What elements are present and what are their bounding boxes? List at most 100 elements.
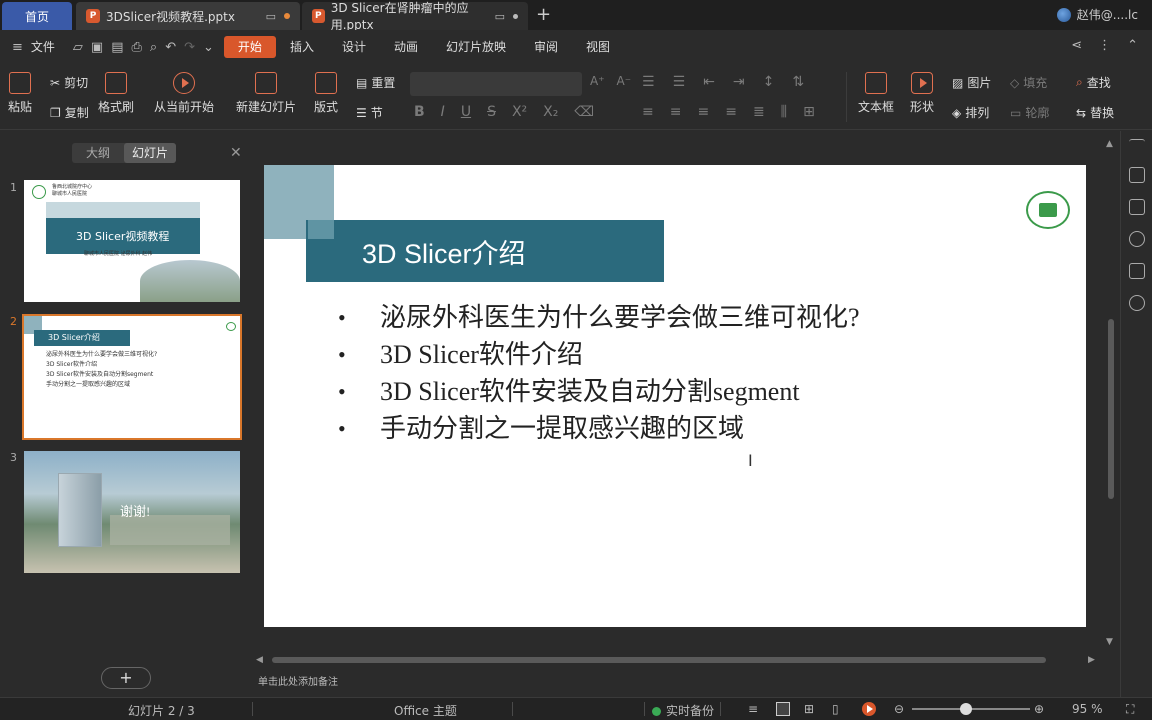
new-tab-button[interactable]: + (536, 4, 551, 25)
more-icon[interactable]: ⋮ (1098, 38, 1111, 53)
reset-button[interactable]: ▤ 重置 (356, 74, 395, 91)
find-button[interactable]: ⌕ 查找 (1076, 74, 1111, 91)
scroll-down-icon[interactable]: ▼ (1106, 637, 1113, 647)
eraser-icon[interactable]: ⌫ (574, 104, 594, 120)
zoom-level[interactable]: 95 % (1072, 702, 1103, 716)
horizontal-scroll-thumb[interactable] (272, 657, 1046, 663)
menu-home[interactable]: 开始 (223, 36, 276, 58)
slide-thumb-2[interactable]: 3D Slicer介绍 泌尿外科医生为什么要学会做三维可视化? 3D Slice… (22, 314, 242, 440)
section-button[interactable]: ☰ 节 (356, 104, 383, 121)
tab-slides[interactable]: 幻灯片 (124, 143, 176, 163)
settings-sliders-icon[interactable] (1129, 263, 1145, 279)
horizontal-scrollbar[interactable]: ◀ ▶ (252, 652, 1102, 668)
cut-button[interactable]: ✂ 剪切 (50, 74, 88, 91)
subscript-icon[interactable]: X₂ (543, 104, 558, 120)
align-left-icon[interactable]: ≡ (642, 104, 654, 120)
increase-font-icon[interactable]: A⁺ (590, 74, 605, 88)
slide-title-bar[interactable]: 3D Slicer介绍 (306, 220, 664, 282)
design-icon[interactable] (1129, 167, 1145, 183)
slides-library-icon[interactable] (1129, 199, 1145, 215)
indent-icon[interactable]: ⇥ (733, 74, 745, 90)
star-icon[interactable] (1129, 231, 1145, 247)
picture-button[interactable]: ▨ 图片 (952, 74, 991, 91)
scroll-right-icon[interactable]: ▶ (1088, 655, 1095, 665)
menu-animation[interactable]: 动画 (380, 36, 432, 58)
reading-view-icon[interactable]: ▯ (832, 702, 839, 716)
play-slideshow-button[interactable] (862, 702, 876, 716)
menu-review[interactable]: 审阅 (520, 36, 572, 58)
tab-document-2[interactable]: P 3D Slicer在肾肿瘤中的应用.pptx ▭ (302, 1, 528, 32)
print-icon[interactable]: ⎙ (132, 40, 142, 55)
sidebar-menu-icon[interactable] (1129, 139, 1145, 155)
open-folder-icon[interactable]: ▱ (73, 40, 83, 55)
new-slide-button[interactable]: 新建幻灯片 (236, 72, 296, 115)
tab-outline[interactable]: 大纲 (72, 143, 124, 163)
zoom-out-icon[interactable]: ⊖ (894, 702, 904, 716)
current-slide[interactable]: 3D Slicer介绍 泌尿外科医生为什么要学会做三维可视化? 3D Slice… (264, 165, 1086, 627)
tab-document-1[interactable]: P 3DSlicer视频教程.pptx ▭ (76, 2, 300, 30)
align-center-icon[interactable]: ≡ (670, 104, 682, 120)
menu-slideshow[interactable]: 幻灯片放映 (432, 36, 520, 58)
sorter-view-icon[interactable]: ⊞ (804, 702, 814, 716)
bullet-list-icon[interactable]: ☰ (642, 74, 655, 90)
layout-button[interactable]: 版式 (314, 72, 338, 115)
align-right-icon[interactable]: ≡ (697, 104, 709, 120)
slide-thumb-1[interactable]: 鲁西北城院疗中心 聊城市人民医院 3D Slicer视频教程 聊城市人民医院 泌… (24, 180, 240, 302)
close-icon[interactable]: ✕ (230, 145, 242, 161)
replace-button[interactable]: ⇆ 替换 (1076, 104, 1114, 121)
monitor-icon[interactable]: ▭ (495, 10, 505, 23)
underline-icon[interactable]: U (461, 104, 471, 120)
hamburger-menu-icon[interactable]: ≡ (12, 40, 23, 55)
undo-icon[interactable]: ↶ (165, 40, 176, 55)
notes-placeholder[interactable]: 单击此处添加备注 (258, 673, 338, 688)
text-align-icon[interactable]: ⊞ (803, 104, 815, 120)
preview-icon[interactable]: ⌕ (150, 40, 157, 55)
decrease-font-icon[interactable]: A⁻ (617, 74, 632, 88)
user-account[interactable]: 赵伟@....lc (1056, 6, 1138, 23)
menu-design[interactable]: 设计 (328, 36, 380, 58)
arrange-button[interactable]: ◈ 排列 (952, 104, 989, 121)
vertical-scrollbar[interactable]: ▲ ▼ (1102, 131, 1120, 657)
normal-view-icon[interactable] (776, 702, 790, 716)
collapse-ribbon-icon[interactable]: ⌃ (1127, 38, 1138, 53)
paste-button[interactable]: 粘贴 (8, 72, 32, 115)
fit-window-icon[interactable]: ⛶ (1126, 702, 1134, 717)
bold-icon[interactable]: B (414, 104, 425, 120)
numbered-list-icon[interactable]: ☰ (673, 74, 686, 90)
fill-button[interactable]: ◇ 填充 (1010, 74, 1047, 91)
text-direction-icon[interactable]: ⇅ (792, 74, 804, 90)
strikethrough-icon[interactable]: S (487, 104, 496, 120)
slide-bullet-list[interactable]: 泌尿外科医生为什么要学会做三维可视化? 3D Slicer软件介绍 3D Sli… (338, 299, 860, 447)
textbox-button[interactable]: 文本框 (858, 72, 894, 115)
share-icon[interactable]: ⋖ (1071, 38, 1082, 53)
distribute-icon[interactable]: ≣ (753, 104, 765, 120)
shape-button[interactable]: 形状 (910, 72, 934, 115)
customize-arrow-icon[interactable]: ⌄ (203, 40, 214, 55)
history-icon[interactable] (1129, 295, 1145, 311)
format-painter-button[interactable]: 格式刷 (98, 72, 134, 115)
justify-icon[interactable]: ≡ (725, 104, 737, 120)
menu-view[interactable]: 视图 (572, 36, 624, 58)
menu-insert[interactable]: 插入 (276, 36, 328, 58)
copy-button[interactable]: ❐ 复制 (50, 104, 89, 121)
notes-toggle-icon[interactable]: ≡ (748, 702, 758, 716)
vertical-scroll-thumb[interactable] (1108, 319, 1114, 499)
monitor-icon[interactable]: ▭ (266, 10, 276, 23)
line-spacing-icon[interactable]: ↕ (763, 74, 775, 90)
add-slide-button[interactable]: + (101, 667, 151, 689)
outdent-icon[interactable]: ⇤ (703, 74, 715, 90)
superscript-icon[interactable]: X² (512, 104, 527, 120)
outline-button[interactable]: ▭ 轮廓 (1010, 104, 1049, 121)
zoom-slider-handle[interactable] (960, 703, 972, 715)
columns-icon[interactable]: ⫼ (781, 104, 787, 120)
backup-status[interactable]: 实时备份 (652, 702, 714, 719)
play-from-current-button[interactable]: 从当前开始 (154, 72, 214, 115)
tab-home[interactable]: 首页 (2, 2, 72, 30)
zoom-in-icon[interactable]: ⊕ (1034, 702, 1044, 716)
slide-thumb-3[interactable]: 谢谢! (24, 451, 240, 573)
export-icon[interactable]: ▤ (111, 40, 123, 55)
italic-icon[interactable]: I (441, 104, 445, 120)
font-name-field[interactable] (410, 72, 582, 96)
save-icon[interactable]: ▣ (91, 40, 103, 55)
scroll-up-icon[interactable]: ▲ (1106, 139, 1113, 149)
